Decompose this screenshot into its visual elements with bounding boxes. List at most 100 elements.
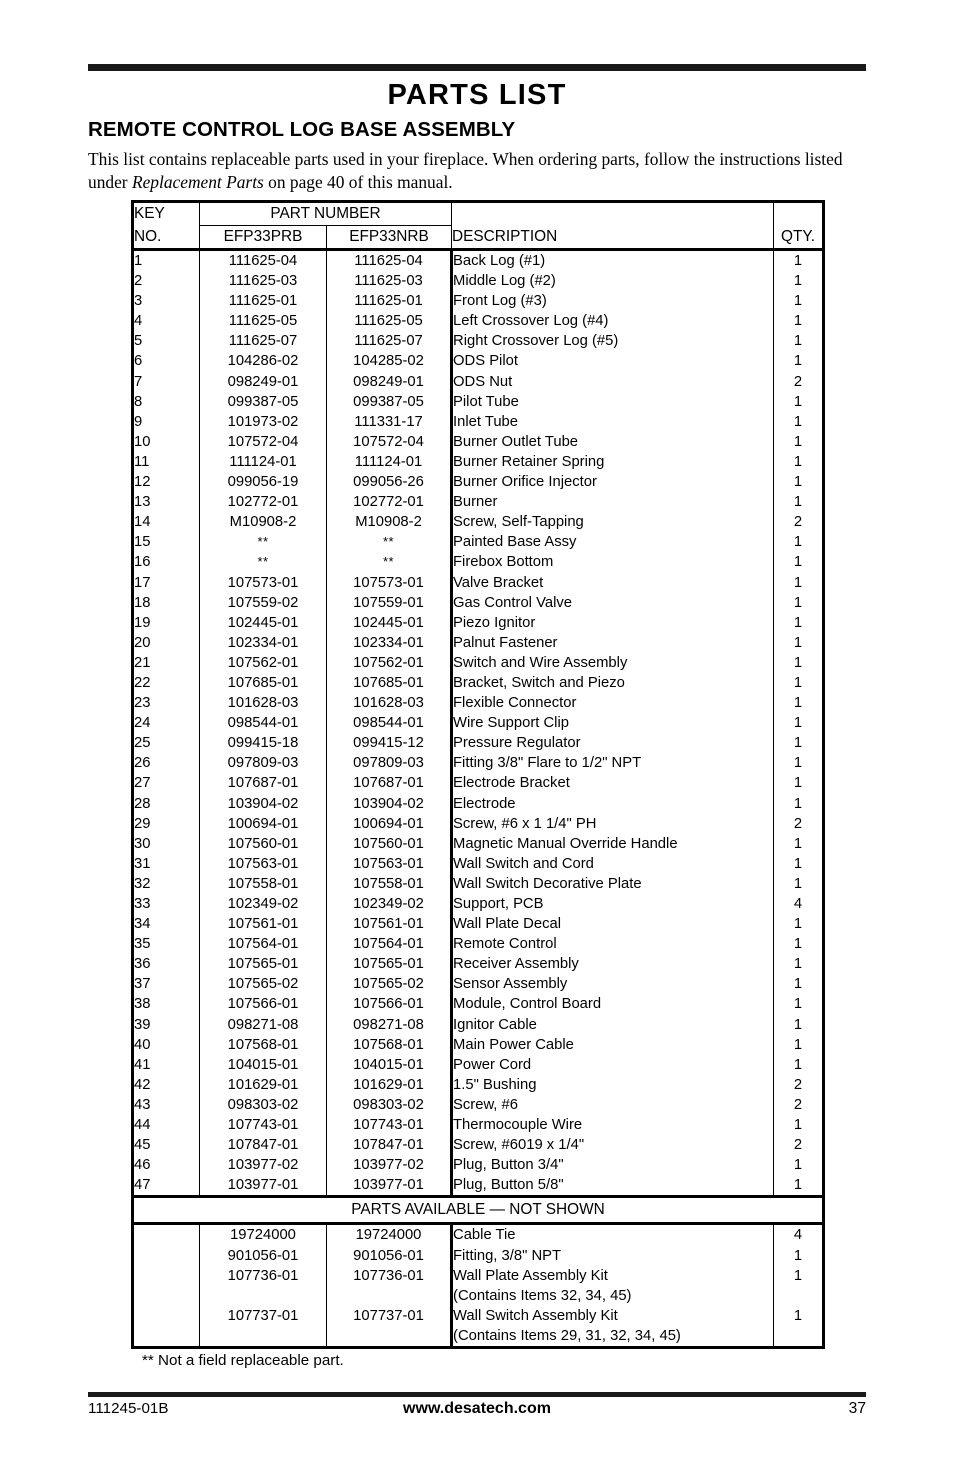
cell-part-number-2: 107737-01 [326, 1305, 454, 1326]
table-row: 10 107572-04 107572-04 Burner Outlet Tube 1 [131, 431, 826, 452]
cell-quantity: 1 [773, 672, 826, 694]
table-row: 6 104286-02 104285-02 ODS Pilot 1 [131, 351, 826, 372]
cell-key-number: 29 [131, 813, 200, 834]
cell-key-number: 23 [131, 693, 200, 714]
cell-quantity: 1 [773, 1014, 826, 1035]
cell-description: Electrode [451, 793, 775, 814]
header-model-efp33nrb: EFP33NRB [326, 225, 453, 251]
cell-quantity: 1 [773, 693, 826, 714]
table-row: 32 107558-01 107558-01 Wall Switch Decorati… [131, 873, 826, 894]
cell-description: Burner [451, 492, 775, 513]
cell-quantity: 1 [773, 833, 826, 854]
cell-part-number-1: 107572-04 [199, 431, 327, 452]
cell-key-number: 27 [131, 773, 200, 794]
table-row: 31 107563-01 107563-01 Wall Switch and Cord… [131, 853, 826, 874]
cell-description: Plug, Button 3/4" [451, 1155, 775, 1176]
cell-part-number-1: 101973-02 [199, 411, 327, 432]
cell-key-number: 2 [131, 271, 200, 292]
cell-description: Electrode Bracket [451, 773, 775, 794]
table-row: 47 103977-01 103977-01 Plug, Button 5/8" 1 [131, 1175, 826, 1197]
page-title: PARTS LIST [387, 79, 567, 111]
cell-description: Wire Support Clip [451, 713, 775, 734]
cell-description: (Contains Items 32, 34, 45) [451, 1285, 775, 1306]
cell-quantity: 1 [773, 431, 826, 452]
table-row: 14 M10908-2 M10908-2 Screw, Self-Tapping 2 [131, 512, 826, 533]
table-row: 15 ** ** Painted Base Assy 1 [131, 532, 826, 553]
cell-quantity: 1 [773, 994, 826, 1015]
cell-quantity: 1 [773, 331, 826, 352]
cell-description: Fitting 3/8" Flare to 1/2" NPT [451, 753, 775, 774]
cell-description: Pressure Regulator [451, 733, 775, 754]
cell-part-number-2: 111124-01 [326, 451, 454, 473]
table-row: 4 111625-05 111625-05 Left Crossover Log (#… [131, 311, 826, 332]
cell-key-number: 41 [131, 1054, 200, 1075]
cell-description: Wall Plate Decal [451, 914, 775, 935]
table-row: 42 101629-01 101629-01 1.5" Bushing 2 [131, 1074, 826, 1095]
cell-key-number: 26 [131, 753, 200, 774]
cell-description: Flexible Connector [451, 693, 775, 714]
parts-list-page: PARTS LIST REMOTE CONTROL LOG BASE ASSEM… [0, 0, 954, 1475]
cell-part-number-1: 102772-01 [199, 492, 327, 513]
cell-quantity: 1 [773, 572, 826, 593]
cell-part-number-1: 107563-01 [199, 853, 327, 874]
footer-page-number: 37 [848, 1400, 866, 1417]
cell-part-number-1: 100694-01 [199, 813, 327, 834]
cell-part-number-2: 098544-01 [326, 713, 454, 734]
cell-description: Burner Outlet Tube [451, 431, 775, 452]
cell-part-number-1: 107561-01 [199, 914, 327, 935]
cell-part-number-2: 107568-01 [326, 1034, 454, 1055]
cell-part-number-1: 111625-05 [199, 311, 327, 332]
cell-key-number: 1 [131, 249, 200, 272]
cell-description: Thermocouple Wire [451, 1115, 775, 1136]
cell-part-number-1: 101629-01 [199, 1074, 327, 1095]
cell-part-number-2: 107573-01 [326, 572, 454, 593]
table-row: 38 107566-01 107566-01 Module, Control Boar… [131, 994, 826, 1015]
cell-description: Remote Control [451, 934, 775, 955]
cell-description: Left Crossover Log (#4) [451, 311, 775, 332]
table-row: 3 111625-01 111625-01 Front Log (#3) 1 [131, 291, 826, 312]
cell-key-number: 13 [131, 492, 200, 513]
cell-part-number-2: 103977-02 [326, 1155, 454, 1176]
header-description: DESCRIPTION [451, 225, 775, 251]
cell-description: Support, PCB [451, 894, 775, 915]
cell-part-number-2 [326, 1285, 454, 1306]
cell-description: Wall Switch Assembly Kit [451, 1305, 775, 1326]
cell-key-number: 36 [131, 954, 200, 975]
table-row: 37 107565-02 107565-02 Sensor Assembly 1 [131, 974, 826, 995]
cell-part-number-1: 104015-01 [199, 1054, 327, 1075]
cell-part-number-1: 111625-01 [199, 291, 327, 312]
table-body-not-shown: 19724000 19724000 Cable Tie 4 901056-01 90105… [131, 1223, 826, 1349]
cell-part-number-2: 103904-02 [326, 793, 454, 814]
cell-description: Back Log (#1) [451, 249, 775, 272]
cell-key-number [131, 1265, 200, 1286]
footer-website[interactable]: www.desatech.com [88, 1400, 866, 1418]
table-row: 45 107847-01 107847-01 Screw, #6019 x 1/4" 2 [131, 1135, 826, 1156]
cell-part-number-2: M10908-2 [326, 512, 454, 533]
cell-part-number-1: 107687-01 [199, 773, 327, 794]
section-title: REMOTE CONTROL LOG BASE ASSEMBLY [88, 118, 516, 141]
table-body-banner: PARTS AVAILABLE — NOT SHOWN [130, 1195, 826, 1226]
cell-part-number-1: 107562-01 [199, 652, 327, 673]
cell-part-number-2: ** [326, 532, 454, 553]
table-row: 19 102445-01 102445-01 Piezo Ignitor 1 [131, 612, 826, 633]
table-row: 23 101628-03 101628-03 Flexible Connector 1 [131, 693, 826, 714]
cell-part-number-2: ** [326, 552, 454, 573]
cell-key-number: 35 [131, 934, 200, 955]
table-row: (Contains Items 32, 34, 45) [131, 1285, 826, 1306]
cell-description: ODS Pilot [451, 351, 775, 372]
cell-part-number-2: 104285-02 [326, 351, 454, 372]
cell-part-number-2: 111625-03 [326, 271, 454, 292]
table-row: 44 107743-01 107743-01 Thermocouple Wire 1 [131, 1115, 826, 1136]
cell-quantity: 1 [773, 451, 826, 473]
cell-part-number-1: 107566-01 [199, 994, 327, 1015]
cell-quantity: 2 [773, 371, 826, 392]
table-body-main: 1 111625-04 111625-04 Back Log (#1) 1 2 111625… [131, 249, 826, 1197]
cell-description: (Contains Items 29, 31, 32, 34, 45) [451, 1325, 775, 1349]
cell-part-number-2: 107685-01 [326, 672, 454, 694]
cell-description: Screw, Self-Tapping [451, 512, 775, 533]
cell-quantity: 2 [773, 512, 826, 533]
cell-key-number: 19 [131, 612, 200, 633]
table-row: (Contains Items 29, 31, 32, 34, 45) [131, 1325, 826, 1349]
cell-part-number-2: 107563-01 [326, 853, 454, 874]
cell-quantity [773, 1285, 826, 1306]
